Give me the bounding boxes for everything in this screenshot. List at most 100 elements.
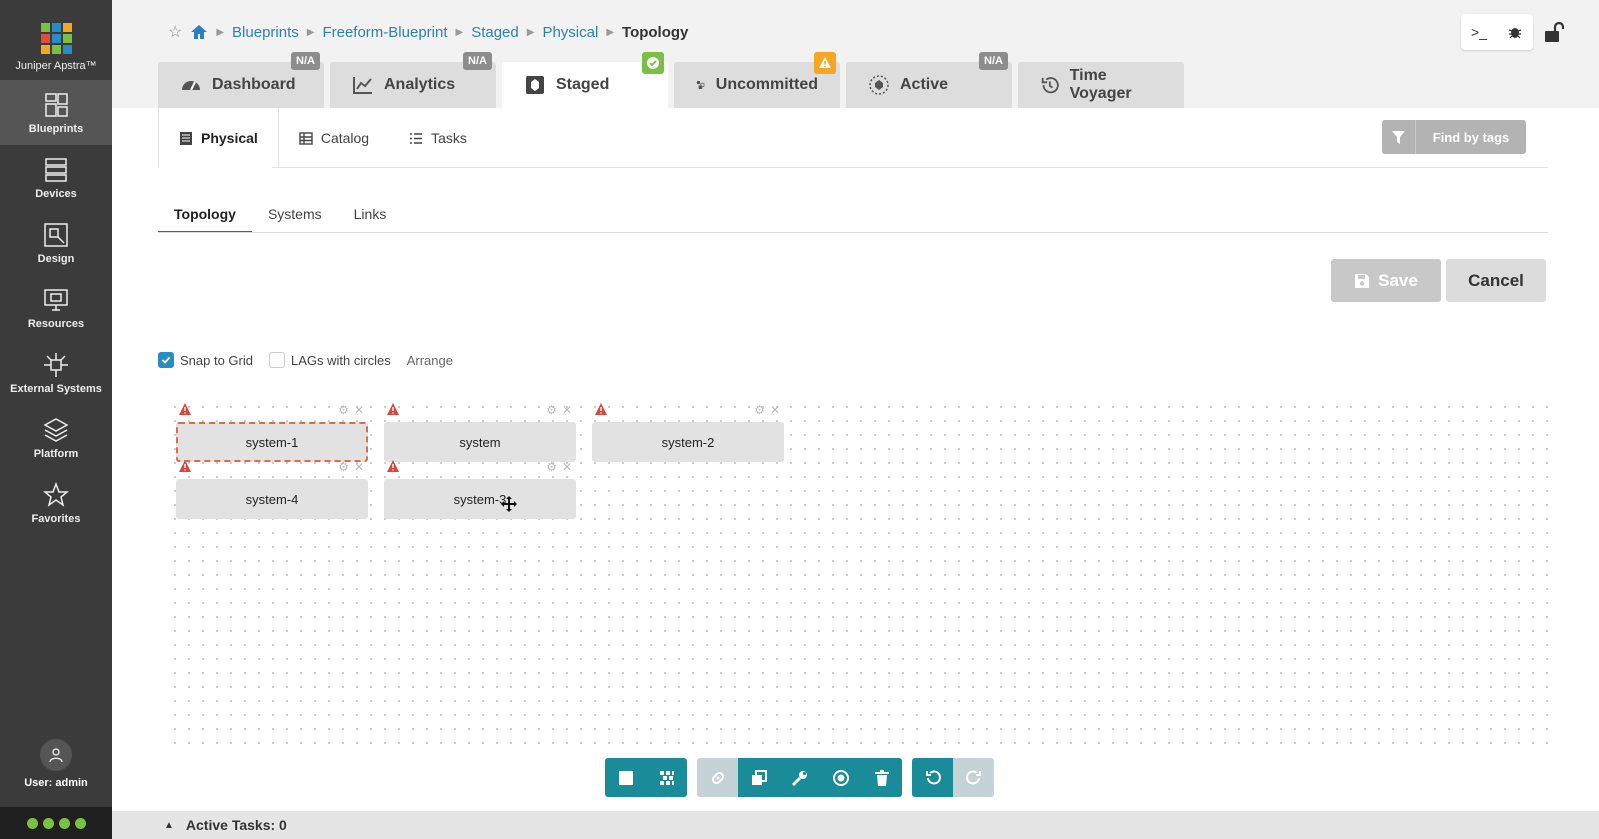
tab-active[interactable]: Active N/A (846, 52, 1012, 108)
lock-open-icon[interactable] (1543, 21, 1565, 43)
tab-label: Time Voyager (1069, 67, 1132, 102)
tab-tasks[interactable]: Tasks (389, 108, 487, 168)
user-menu[interactable]: User: admin (0, 739, 112, 789)
breadcrumb-blueprints[interactable]: Blueprints (232, 24, 299, 41)
user-label: User: admin (24, 777, 88, 789)
active-tasks-bar[interactable]: ▲ Active Tasks: 0 (112, 811, 1599, 839)
sidebar-item-favorites[interactable]: Favorites (0, 470, 112, 535)
tool-box: >_ (1461, 14, 1533, 50)
sidebar-item-label: Blueprints (28, 122, 84, 135)
undo-button[interactable] (912, 758, 953, 797)
blueprints-icon (45, 92, 68, 117)
close-icon[interactable]: ✕ (562, 403, 572, 417)
topology-node[interactable]: ⚙ ✕ system-3 (384, 460, 576, 519)
sidebar-item-blueprints[interactable]: Blueprints (0, 80, 112, 145)
staged-icon (526, 76, 544, 94)
sidebar-item-devices[interactable]: Devices (0, 145, 112, 210)
breadcrumb-freeform-blueprint[interactable]: Freeform-Blueprint (322, 24, 447, 41)
node-controls: ⚙ ✕ (338, 460, 364, 474)
add-multiple-button[interactable] (646, 758, 687, 797)
topology-node[interactable]: ⚙ ✕ system (384, 403, 576, 462)
edit-button[interactable] (779, 758, 820, 797)
gear-icon[interactable]: ⚙ (338, 460, 349, 474)
delete-button[interactable] (861, 758, 902, 797)
topology-node[interactable]: ⚙ ✕ system-4 (176, 460, 368, 519)
sidebar-item-resources[interactable]: Resources (0, 275, 112, 340)
status-dot (58, 817, 70, 829)
save-button[interactable]: Save (1331, 259, 1441, 302)
find-by-tags-button[interactable]: Find by tags (1382, 120, 1526, 154)
sub-tabs: Physical Catalog Tasks (158, 108, 487, 168)
close-icon[interactable]: ✕ (354, 403, 364, 417)
chevron-right-icon: ▶ (606, 26, 615, 38)
add-node-button[interactable] (605, 758, 646, 797)
sub-tab-label: Catalog (320, 130, 370, 146)
target-icon (832, 769, 849, 786)
link-button[interactable] (697, 758, 738, 797)
breadcrumb: ☆ ▶ Blueprints ▶ Freeform-Blueprint ▶ St… (168, 22, 688, 42)
gear-icon[interactable]: ⚙ (754, 403, 765, 417)
breadcrumb-physical[interactable]: Physical (542, 24, 598, 41)
sidebar: Juniper Apstra™ Blueprints Devices Desig… (0, 0, 112, 839)
tab-analytics[interactable]: Analytics N/A (330, 52, 496, 108)
close-icon[interactable]: ✕ (354, 460, 364, 474)
sidebar-item-design[interactable]: Design (0, 210, 112, 275)
lags-with-circles-option[interactable]: LAGs with circles (269, 352, 391, 368)
warning-icon (595, 403, 607, 415)
node-controls: ⚙ ✕ (546, 460, 572, 474)
gear-icon[interactable]: ⚙ (338, 403, 349, 417)
tab-staged[interactable]: Staged (502, 52, 668, 108)
topology-canvas[interactable]: ⚙ ✕ system-1 ⚙ ✕ system ⚙ ✕ system-2 ⚙ ✕ sys… (168, 400, 1548, 754)
divider (158, 232, 1548, 233)
gear-icon[interactable]: ⚙ (546, 403, 557, 417)
sub-tab-label: Tasks (431, 130, 467, 146)
tab-time-voyager[interactable]: Time Voyager (1018, 62, 1184, 108)
home-icon[interactable] (190, 24, 208, 40)
bug-icon[interactable] (1507, 24, 1523, 40)
snap-to-grid-checkbox[interactable] (158, 352, 174, 368)
tab-dashboard[interactable]: Dashboard N/A (158, 52, 324, 108)
gear-icon[interactable]: ⚙ (546, 460, 557, 474)
app-logo[interactable]: Juniper Apstra™ (0, 0, 112, 80)
node-controls: ⚙ ✕ (338, 403, 364, 417)
favorite-star-icon[interactable]: ☆ (168, 22, 182, 42)
status-dot (74, 817, 86, 829)
tab-systems[interactable]: Systems (252, 200, 338, 233)
terminal-icon[interactable]: >_ (1471, 24, 1487, 40)
node-controls: ⚙ ✕ (754, 403, 780, 417)
breadcrumb-current: Topology (622, 23, 689, 41)
lags-with-circles-checkbox[interactable] (269, 352, 285, 368)
close-icon[interactable]: ✕ (770, 403, 780, 417)
grid-pattern-icon (659, 770, 674, 785)
warning-icon (814, 52, 836, 74)
topology-node[interactable]: ⚙ ✕ system-2 (592, 403, 784, 462)
toolbar-group (912, 758, 994, 797)
system-status[interactable] (0, 807, 112, 839)
tab-catalog[interactable]: Catalog (279, 108, 389, 168)
node-label: system-3 (384, 479, 576, 519)
tab-links[interactable]: Links (338, 200, 403, 233)
tab-physical[interactable]: Physical (158, 108, 279, 168)
tasks-icon (410, 132, 423, 144)
sub-tab-label: Physical (201, 130, 258, 146)
status-badge: N/A (463, 52, 492, 70)
tab-uncommitted[interactable]: Uncommitted (674, 52, 840, 108)
cancel-button[interactable]: Cancel (1446, 259, 1546, 302)
redo-button[interactable] (953, 758, 994, 797)
snap-to-grid-option[interactable]: Snap to Grid (158, 352, 253, 368)
main-tabs: Dashboard N/A Analytics N/A Staged Uncom… (158, 52, 1184, 108)
sidebar-item-external-systems[interactable]: External Systems (0, 340, 112, 405)
analytics-chart-icon (353, 77, 372, 94)
arrange-link[interactable]: Arrange (407, 353, 453, 368)
topology-node[interactable]: ⚙ ✕ system-1 (176, 403, 368, 462)
tab-topology[interactable]: Topology (158, 200, 252, 233)
select-target-button[interactable] (820, 758, 861, 797)
sidebar-item-platform[interactable]: Platform (0, 405, 112, 470)
warning-icon (179, 460, 191, 472)
external-systems-icon (44, 352, 68, 377)
square-icon (618, 770, 633, 785)
breadcrumb-staged[interactable]: Staged (471, 24, 519, 41)
clone-button[interactable] (738, 758, 779, 797)
undo-icon (925, 770, 941, 784)
close-icon[interactable]: ✕ (562, 460, 572, 474)
